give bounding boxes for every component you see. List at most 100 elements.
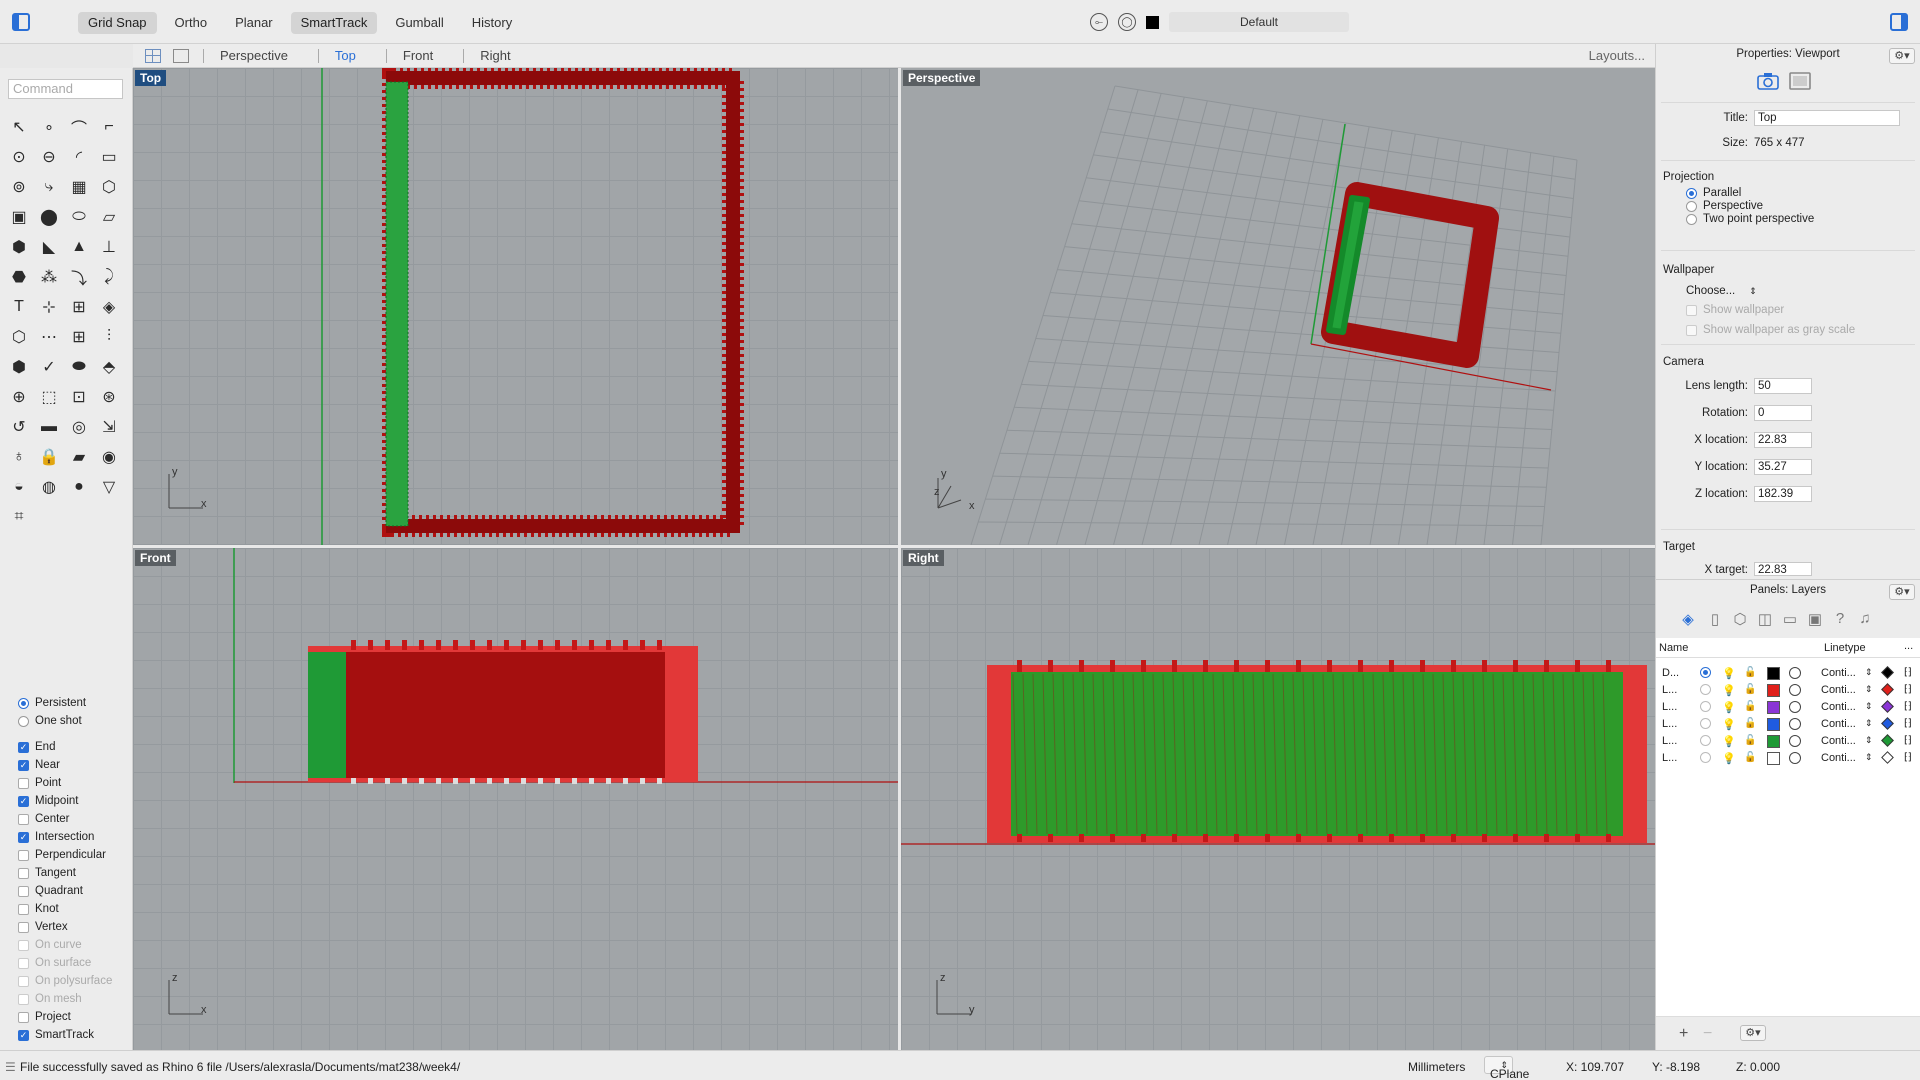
osnap-smarttrack[interactable]: ✓ SmartTrack (18, 1026, 132, 1044)
updown-chevron-icon[interactable]: ⇕ (1865, 718, 1873, 729)
tool-38-icon[interactable]: ⬚ (34, 382, 64, 412)
radio-button[interactable] (1686, 187, 1697, 199)
tool-20-icon[interactable]: ⊥ (94, 232, 124, 262)
lightbulb-icon[interactable]: 💡 (1722, 752, 1736, 765)
tab-right[interactable]: Right (464, 48, 526, 63)
tool-18-icon[interactable]: ◣ (34, 232, 64, 262)
osnap-mode-persistent[interactable]: Persistent (18, 694, 132, 712)
col-linetype[interactable]: Linetype (1824, 642, 1866, 654)
projection-parallel-radio[interactable]: Parallel (1686, 187, 1741, 199)
command-input[interactable]: Command (8, 79, 123, 99)
updown-chevron-icon[interactable]: ⇕ (1865, 701, 1873, 712)
layer-color-swatch[interactable] (1767, 667, 1780, 680)
osnap-on-surface[interactable]: On surface (18, 954, 132, 972)
checkbox[interactable] (18, 813, 29, 825)
right-sidebar-toggle-icon[interactable] (1890, 13, 1908, 31)
tool-32-icon[interactable]: ⫶ (94, 322, 124, 352)
record-history-icon[interactable]: ◯ (1118, 13, 1136, 31)
layouts-button[interactable]: Layouts... (1589, 48, 1645, 63)
tab-perspective[interactable]: Perspective (204, 48, 304, 63)
material-circle-icon[interactable] (1789, 684, 1801, 696)
layer-row[interactable]: D... 💡 🔓 Conti... ⇕ ⁅⁆ (1656, 665, 1920, 682)
radio-button[interactable] (1686, 200, 1697, 212)
layer-color-swatch[interactable] (1767, 701, 1780, 714)
lock-icon[interactable]: 🔓 (1744, 735, 1756, 746)
tool-23-icon[interactable]: ⤵ (64, 262, 94, 292)
layer-linetype[interactable]: Conti... (1821, 684, 1856, 696)
tool-37-icon[interactable]: ⊕ (4, 382, 34, 412)
checkbox[interactable] (18, 939, 29, 951)
frame-icon[interactable] (1789, 72, 1811, 90)
checkbox[interactable] (18, 1011, 29, 1023)
tool-28-icon[interactable]: ◈ (94, 292, 124, 322)
print-width-icon[interactable]: ⁅⁆ (1904, 684, 1912, 695)
tool-9-icon[interactable]: ⊚ (4, 172, 34, 202)
osnap-on-polysurface[interactable]: On polysurface (18, 972, 132, 990)
print-color-diamond-icon[interactable] (1881, 683, 1894, 696)
tool-1-icon[interactable]: ↖ (4, 112, 34, 142)
updown-chevron-icon[interactable]: ⇕ (1865, 667, 1873, 678)
layer-color-swatch[interactable] (1146, 15, 1159, 29)
tool-44-icon[interactable]: ⇲ (94, 412, 124, 442)
tool-49-icon[interactable]: ◒ (4, 472, 34, 502)
material-circle-icon[interactable] (1789, 752, 1801, 764)
checkbox[interactable] (18, 777, 29, 789)
layer-name[interactable]: L... (1662, 735, 1677, 747)
checkbox[interactable] (18, 885, 29, 897)
checkbox[interactable] (18, 921, 29, 933)
viewport-perspective[interactable]: Perspective y z x (901, 68, 1655, 545)
checkbox[interactable] (18, 993, 29, 1005)
osnap-knot[interactable]: Knot (18, 900, 132, 918)
print-color-diamond-icon[interactable] (1881, 700, 1894, 713)
display-icon[interactable]: ▭ (1780, 610, 1800, 630)
osnap-midpoint[interactable]: ✓ Midpoint (18, 792, 132, 810)
radio-button[interactable] (18, 697, 29, 709)
checkbox[interactable]: ✓ (18, 741, 29, 753)
camera-field-input[interactable]: 35.27 (1754, 459, 1812, 475)
radio-button[interactable] (18, 715, 29, 727)
osnap-intersection[interactable]: ✓ Intersection (18, 828, 132, 846)
show-wallpaper-checkbox[interactable]: Show wallpaper (1686, 304, 1784, 316)
current-layer-radio[interactable] (1700, 667, 1711, 678)
properties-gear-icon[interactable]: ⚙▾ (1889, 48, 1915, 64)
osnap-on-curve[interactable]: On curve (18, 936, 132, 954)
projection-two-point-perspective-radio[interactable]: Two point perspective (1686, 213, 1814, 225)
lightbulb-icon[interactable]: 💡 (1722, 684, 1736, 697)
material-circle-icon[interactable] (1789, 667, 1801, 679)
tool-6-icon[interactable]: ⊖ (34, 142, 64, 172)
tool-50-icon[interactable]: ◍ (34, 472, 64, 502)
current-layer-radio[interactable] (1700, 735, 1711, 746)
tool-53-icon[interactable]: ⌗ (4, 502, 34, 532)
layer-linetype[interactable]: Conti... (1821, 667, 1856, 679)
checkbox[interactable] (18, 975, 29, 987)
layer-row[interactable]: L... 💡 🔓 Conti... ⇕ ⁅⁆ (1656, 699, 1920, 716)
layer-name[interactable]: L... (1662, 701, 1677, 713)
lightbulb-icon[interactable]: 💡 (1722, 718, 1736, 731)
camera-field-input[interactable]: 182.39 (1754, 486, 1812, 502)
osnap-project[interactable]: Project (18, 1008, 132, 1026)
camera-field-input[interactable]: 50 (1754, 378, 1812, 394)
tool-36-icon[interactable]: ⬘ (94, 352, 124, 382)
remove-layer-icon[interactable]: − (1703, 1025, 1712, 1043)
lock-icon[interactable]: 🔓 (1744, 718, 1756, 729)
updown-chevron-icon[interactable]: ⇕ (1865, 752, 1873, 763)
layer-name[interactable]: L... (1662, 752, 1677, 764)
checkbox[interactable]: ✓ (18, 759, 29, 771)
checkbox[interactable] (18, 903, 29, 915)
tool-4-icon[interactable]: ⌐ (94, 112, 124, 142)
help-icon[interactable]: ? (1830, 610, 1850, 630)
tool-10-icon[interactable]: ⤷ (34, 172, 64, 202)
viewport-top[interactable]: Top y x (133, 68, 898, 545)
tool-48-icon[interactable]: ◉ (94, 442, 124, 472)
tab-top[interactable]: Top (319, 48, 372, 63)
tool-52-icon[interactable]: ▽ (94, 472, 124, 502)
tool-31-icon[interactable]: ⊞ (64, 322, 94, 352)
add-layer-icon[interactable]: + (1679, 1025, 1688, 1043)
material-circle-icon[interactable] (1789, 735, 1801, 747)
tool-7-icon[interactable]: ◜ (64, 142, 94, 172)
current-layer-radio[interactable] (1700, 701, 1711, 712)
document-icon[interactable]: ▯ (1705, 610, 1725, 630)
tool-47-icon[interactable]: ▰ (64, 442, 94, 472)
checkbox[interactable]: ✓ (18, 831, 29, 843)
tool-14-icon[interactable]: ⬤ (34, 202, 64, 232)
